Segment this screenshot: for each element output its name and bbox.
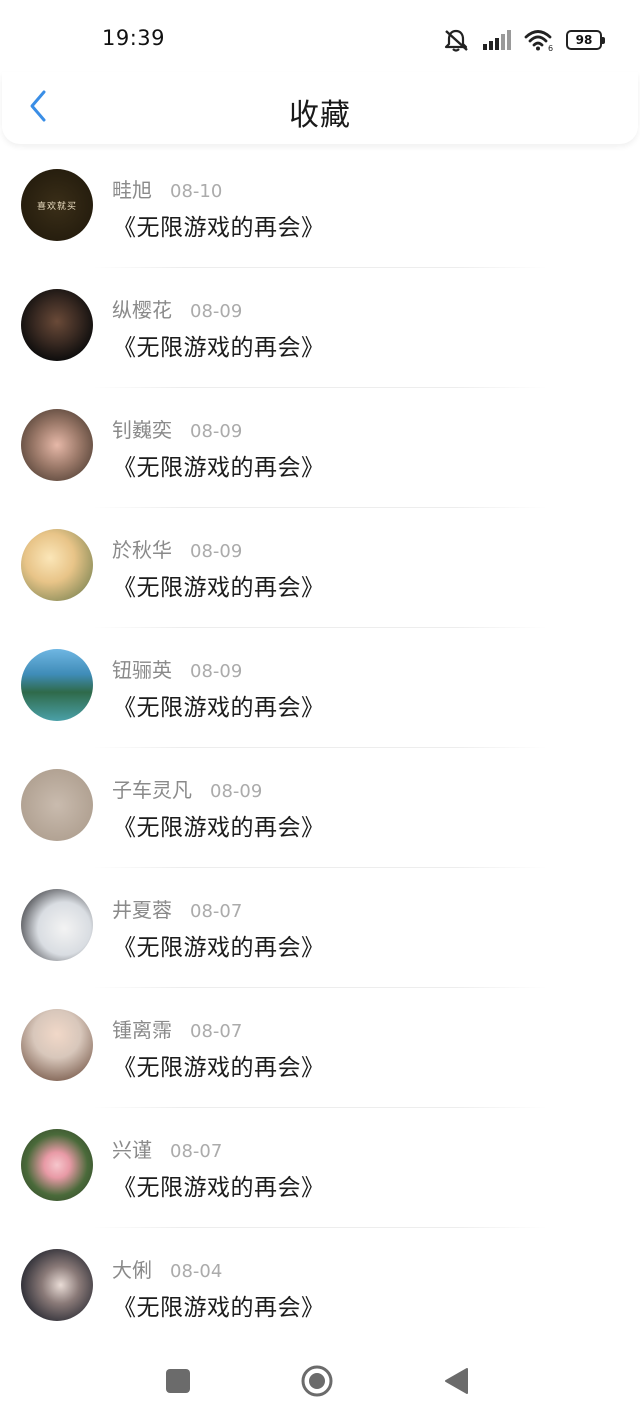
list-item[interactable]: 锺离霈 08-07 《无限游戏的再会》 xyxy=(0,988,640,1108)
wifi-icon: 6 xyxy=(524,28,554,52)
user-name: 子车灵凡 xyxy=(112,778,192,802)
user-name: 井夏蓉 xyxy=(112,898,172,922)
post-date: 08-09 xyxy=(190,661,243,682)
list-item[interactable]: 喜欢就买 畦旭 08-10 《无限游戏的再会》 xyxy=(0,148,640,268)
avatar[interactable] xyxy=(21,289,93,361)
post-title[interactable]: 《无限游戏的再会》 xyxy=(113,568,325,602)
avatar[interactable] xyxy=(21,1009,93,1081)
nav-back-button[interactable] xyxy=(439,1366,473,1400)
avatar[interactable] xyxy=(21,889,93,961)
battery-icon: 98 xyxy=(566,30,605,50)
avatar[interactable]: 喜欢就买 xyxy=(21,169,93,241)
item-meta: 钊巍奕 08-09 xyxy=(112,414,242,443)
user-name: 於秋华 xyxy=(112,538,172,562)
user-name: 兴谨 xyxy=(112,1138,152,1162)
post-date: 08-09 xyxy=(190,541,243,562)
item-meta: 畦旭 08-10 xyxy=(112,174,222,203)
favorites-list: 喜欢就买 畦旭 08-10 《无限游戏的再会》 纵樱花 08-09 《无限游戏的… xyxy=(0,148,640,1348)
avatar[interactable] xyxy=(21,1129,93,1201)
home-button[interactable] xyxy=(300,1364,334,1402)
list-item[interactable]: 井夏蓉 08-07 《无限游戏的再会》 xyxy=(0,868,640,988)
status-time: 19:39 xyxy=(102,26,166,50)
post-date: 08-07 xyxy=(190,1021,243,1042)
item-meta: 於秋华 08-09 xyxy=(112,534,242,563)
bell-muted-icon xyxy=(442,28,470,52)
user-name: 纵樱花 xyxy=(112,298,172,322)
list-item[interactable]: 大俐 08-04 《无限游戏的再会》 xyxy=(0,1228,640,1348)
post-title[interactable]: 《无限游戏的再会》 xyxy=(113,1168,325,1202)
item-meta: 钮骊英 08-09 xyxy=(112,654,242,683)
list-item[interactable]: 钊巍奕 08-09 《无限游戏的再会》 xyxy=(0,388,640,508)
item-meta: 兴谨 08-07 xyxy=(112,1134,222,1163)
home-icon xyxy=(300,1364,334,1402)
list-item[interactable]: 於秋华 08-09 《无限游戏的再会》 xyxy=(0,508,640,628)
post-title[interactable]: 《无限游戏的再会》 xyxy=(113,328,325,362)
post-title[interactable]: 《无限游戏的再会》 xyxy=(113,808,325,842)
recent-apps-button[interactable] xyxy=(161,1366,195,1400)
item-meta: 井夏蓉 08-07 xyxy=(112,894,242,923)
avatar-text: 喜欢就买 xyxy=(36,201,77,212)
item-meta: 纵樱花 08-09 xyxy=(112,294,242,323)
post-date: 08-09 xyxy=(210,781,263,802)
list-item[interactable]: 纵樱花 08-09 《无限游戏的再会》 xyxy=(0,268,640,388)
post-title[interactable]: 《无限游戏的再会》 xyxy=(113,1048,325,1082)
user-name: 钮骊英 xyxy=(112,658,172,682)
battery-level: 98 xyxy=(575,33,593,47)
post-date: 08-09 xyxy=(190,421,243,442)
page-title: 收藏 xyxy=(289,98,351,133)
signal-icon xyxy=(482,29,512,51)
list-item[interactable]: 钮骊英 08-09 《无限游戏的再会》 xyxy=(0,628,640,748)
status-bar: 19:39 6 98 xyxy=(0,0,640,80)
post-title[interactable]: 《无限游戏的再会》 xyxy=(113,928,325,962)
user-name: 钊巍奕 xyxy=(112,418,172,442)
avatar[interactable] xyxy=(21,769,93,841)
list-item[interactable]: 子车灵凡 08-09 《无限游戏的再会》 xyxy=(0,748,640,868)
post-date: 08-10 xyxy=(170,181,223,202)
avatar[interactable] xyxy=(21,1249,93,1321)
post-title[interactable]: 《无限游戏的再会》 xyxy=(113,688,325,722)
back-icon xyxy=(443,1367,469,1399)
user-name: 锺离霈 xyxy=(112,1018,172,1042)
post-title[interactable]: 《无限游戏的再会》 xyxy=(113,448,325,482)
post-date: 08-04 xyxy=(170,1261,223,1282)
list-item[interactable]: 兴谨 08-07 《无限游戏的再会》 xyxy=(0,1108,640,1228)
header: 收藏 xyxy=(2,72,638,144)
user-name: 大俐 xyxy=(112,1258,152,1282)
status-icons: 6 98 xyxy=(442,27,605,53)
item-meta: 锺离霈 08-07 xyxy=(112,1014,242,1043)
avatar[interactable] xyxy=(21,409,93,481)
user-name: 畦旭 xyxy=(112,178,152,202)
avatar[interactable] xyxy=(21,649,93,721)
svg-text:6: 6 xyxy=(548,44,553,52)
post-date: 08-07 xyxy=(170,1141,223,1162)
recent-apps-icon xyxy=(165,1368,191,1398)
post-date: 08-07 xyxy=(190,901,243,922)
post-title[interactable]: 《无限游戏的再会》 xyxy=(113,208,325,242)
item-meta: 大俐 08-04 xyxy=(112,1254,222,1283)
post-title[interactable]: 《无限游戏的再会》 xyxy=(113,1288,325,1322)
avatar[interactable] xyxy=(21,529,93,601)
item-meta: 子车灵凡 08-09 xyxy=(112,774,262,803)
system-nav-bar xyxy=(0,1342,640,1422)
post-date: 08-09 xyxy=(190,301,243,322)
